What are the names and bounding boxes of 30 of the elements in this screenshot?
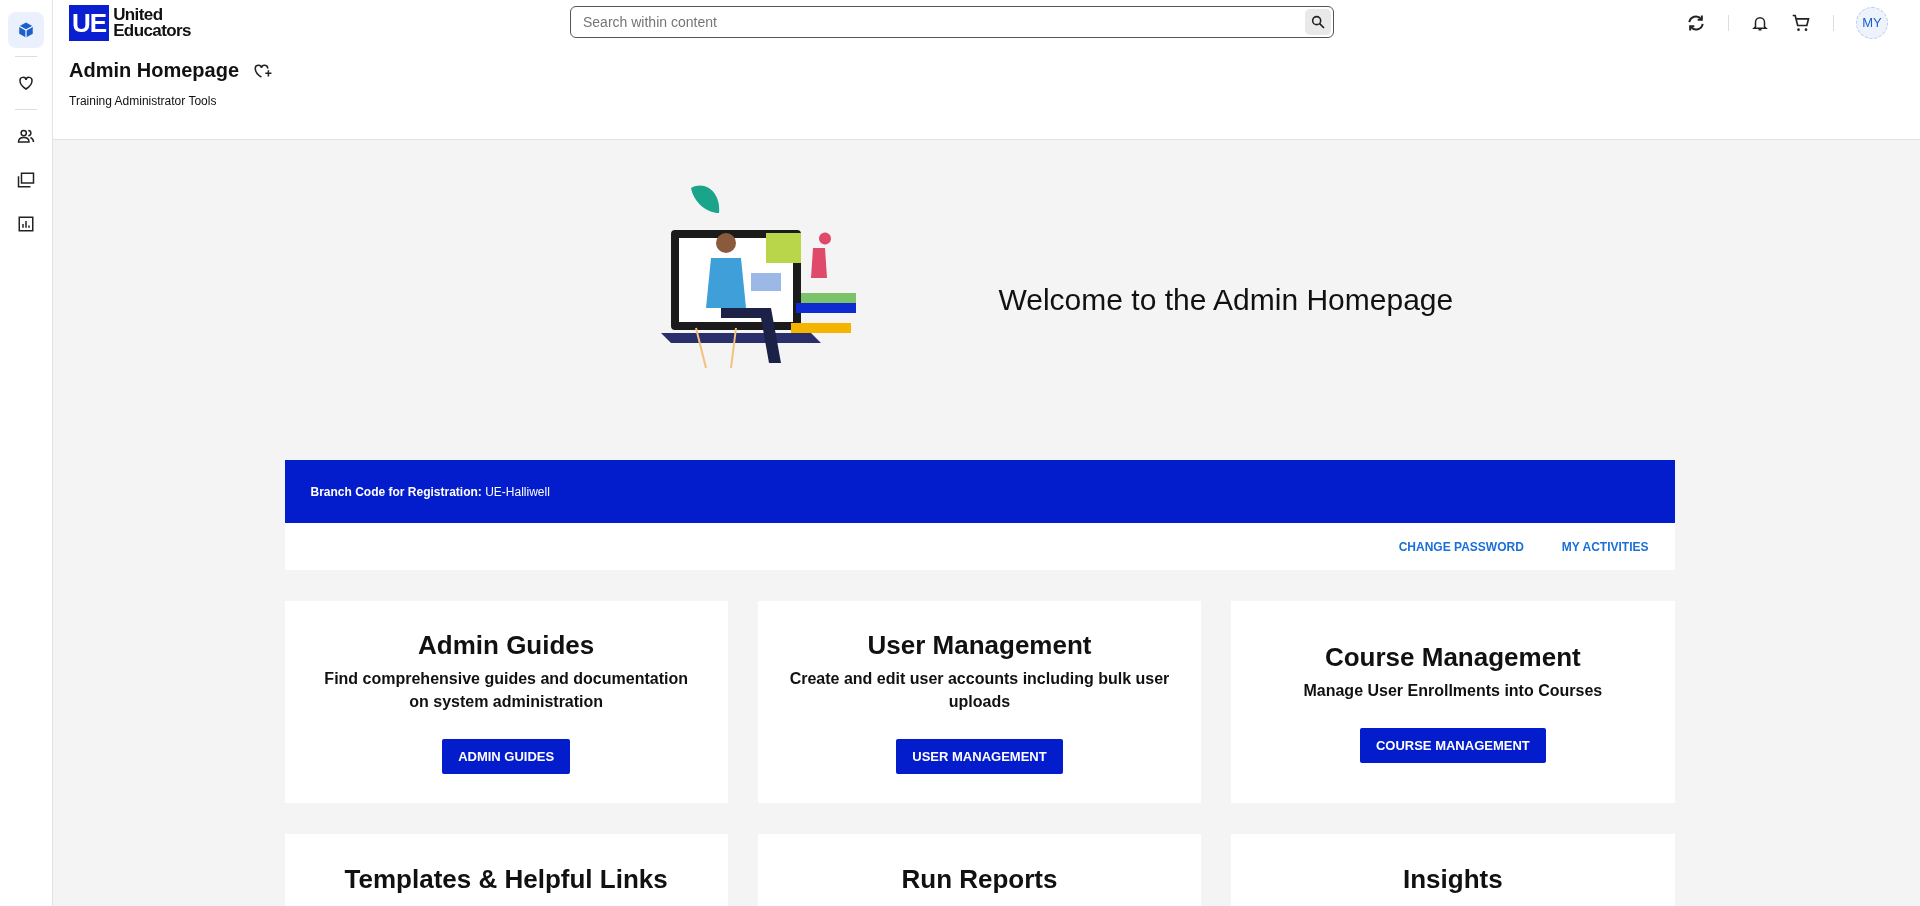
account-link[interactable]: CHANGE PASSWORD xyxy=(1398,539,1524,554)
card-title: Course Management xyxy=(1324,641,1581,673)
bar-chart-icon xyxy=(17,215,35,233)
account-link[interactable]: MY ACTIVITIES xyxy=(1561,539,1649,554)
refresh-icon[interactable] xyxy=(1686,12,1706,33)
card-title: Run Reports xyxy=(901,864,1058,895)
search-icon[interactable] xyxy=(1305,9,1331,35)
page-title: Admin Homepage xyxy=(69,59,240,82)
card-description: Find comprehensive guides and documentation on system administration xyxy=(323,669,689,712)
add-favorite-icon[interactable] xyxy=(253,61,274,80)
card-title: Admin Guides xyxy=(418,630,595,661)
card-title: User Management xyxy=(867,630,1092,661)
card-action-button[interactable]: USER MANAGEMENT xyxy=(896,739,1063,774)
branch-code-text: Branch Code for Registration: UE-Halliwell xyxy=(310,484,550,499)
card-action-button[interactable]: ADMIN GUIDES xyxy=(442,739,571,774)
card-description: Manage User Enrollments into Courses xyxy=(1303,680,1603,701)
welcome-heading: Welcome to the Admin Homepage xyxy=(998,283,1454,317)
heart-icon xyxy=(17,74,35,92)
card-title: Insights xyxy=(1403,864,1503,895)
card-title: Templates & Helpful Links xyxy=(344,864,668,895)
card-description: Create and edit user accounts including bulk user uploads xyxy=(788,669,1171,712)
user-avatar[interactable]: MY xyxy=(1856,6,1888,39)
card-action-button[interactable]: COURSE MANAGEMENT xyxy=(1359,727,1546,763)
cart-icon[interactable] xyxy=(1791,12,1811,33)
cube-icon xyxy=(17,21,35,39)
page-subtitle: Training Administrator Tools xyxy=(69,94,218,108)
search-field[interactable]: Search within content xyxy=(570,6,1334,38)
folders-icon xyxy=(17,171,35,189)
people-icon xyxy=(17,127,35,145)
cube-nav-button[interactable] xyxy=(8,12,44,48)
